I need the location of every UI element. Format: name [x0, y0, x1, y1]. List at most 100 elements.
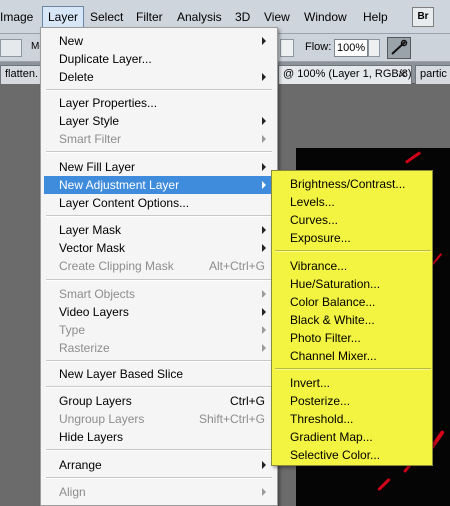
submenu-item-levels[interactable]: Levels...: [275, 193, 429, 211]
menu-item-delete[interactable]: Delete: [44, 68, 275, 86]
submenu-separator: [275, 368, 431, 370]
submenu-arrow-icon: [262, 344, 266, 352]
menu-item-label: New Fill Layer: [59, 160, 136, 174]
menu-item-label: Align: [59, 485, 86, 499]
submenu-item-photo-filter[interactable]: Photo Filter...: [275, 329, 429, 347]
submenu-arrow-icon: [262, 244, 266, 252]
menu-item-create-clipping-mask: Create Clipping Mask Alt+Ctrl+G: [44, 257, 275, 275]
submenu-item-vibrance[interactable]: Vibrance...: [275, 257, 429, 275]
menu-analysis[interactable]: Analysis: [177, 9, 222, 26]
menu-view[interactable]: View: [264, 9, 290, 26]
close-icon[interactable]: ✕: [398, 68, 407, 81]
menu-item-layer-mask[interactable]: Layer Mask: [44, 221, 275, 239]
submenu-arrow-icon: [262, 308, 266, 316]
menu-item-label: New: [59, 34, 84, 48]
menu-item-group-layers[interactable]: Group Layers Ctrl+G: [44, 392, 275, 410]
menu-item-arrange[interactable]: Arrange: [44, 456, 275, 474]
menu-item-smart-objects: Smart Objects: [44, 285, 275, 303]
airbrush-icon[interactable]: [387, 37, 411, 59]
shortcut-label: Shift+Ctrl+G: [198, 412, 265, 426]
submenu-arrow-icon: [262, 226, 266, 234]
menu-image[interactable]: Image: [0, 9, 33, 26]
menu-item-layer-content-options[interactable]: Layer Content Options...: [44, 194, 275, 212]
menu-item-smart-filter: Smart Filter: [44, 130, 275, 148]
submenu-arrow-icon: [262, 326, 266, 334]
flow-label: Flow:: [305, 41, 332, 53]
submenu-separator: [275, 250, 431, 252]
menu-item-label: Rasterize: [59, 341, 110, 355]
flow-stepper-icon[interactable]: [368, 39, 380, 57]
menu-layer[interactable]: Layer: [42, 6, 85, 28]
submenu-item-curves[interactable]: Curves...: [275, 211, 429, 229]
red-streak: [404, 151, 422, 164]
menu-item-label: Group Layers: [59, 394, 132, 408]
menu-separator: [46, 360, 272, 362]
red-streak: [431, 252, 443, 266]
menu-select[interactable]: Select: [90, 9, 123, 26]
submenu-item-channel-mixer[interactable]: Channel Mixer...: [275, 347, 429, 365]
menu-item-video-layers[interactable]: Video Layers: [44, 303, 275, 321]
menu-item-label: Layer Mask: [59, 223, 122, 237]
menu-item-duplicate-layer[interactable]: Duplicate Layer...: [44, 50, 275, 68]
menu-item-label: Layer Properties...: [59, 96, 158, 110]
shortcut-label: Ctrl+G: [229, 394, 265, 408]
submenu-item-invert[interactable]: Invert...: [275, 374, 429, 392]
menu-item-label: New Layer Based Slice: [59, 367, 184, 381]
menu-item-rasterize: Rasterize: [44, 339, 275, 357]
submenu-item-brightness-contrast[interactable]: Brightness/Contrast...: [275, 175, 429, 193]
menu-item-label: Ungroup Layers: [59, 412, 145, 426]
tab-current-label: @ 100% (Layer 1, RGB/8): [283, 68, 412, 80]
bridge-button[interactable]: Br: [412, 7, 434, 27]
adjustment-layer-submenu: Brightness/Contrast... Levels... Curves.…: [271, 170, 433, 466]
menu-item-new-adjustment-layer[interactable]: New Adjustment Layer: [44, 176, 275, 194]
submenu-arrow-icon: [262, 163, 266, 171]
shortcut-label: Alt+Ctrl+G: [208, 259, 265, 273]
menu-item-new-fill-layer[interactable]: New Fill Layer: [44, 158, 275, 176]
menu-item-label: Video Layers: [59, 305, 129, 319]
submenu-arrow-icon: [262, 37, 266, 45]
menu-help[interactable]: Help: [363, 9, 388, 26]
menu-item-layer-style[interactable]: Layer Style: [44, 112, 275, 130]
menu-separator: [46, 477, 272, 479]
menu-item-layer-properties[interactable]: Layer Properties...: [44, 94, 275, 112]
menu-item-new-layer-based-slice[interactable]: New Layer Based Slice: [44, 365, 275, 383]
submenu-arrow-icon: [262, 181, 266, 189]
submenu-item-black-white[interactable]: Black & White...: [275, 311, 429, 329]
submenu-item-gradient-map[interactable]: Gradient Map...: [275, 428, 429, 446]
menu-item-new[interactable]: New: [44, 32, 275, 50]
tool-preset-picker[interactable]: [0, 39, 22, 57]
menu-filter[interactable]: Filter: [136, 9, 163, 26]
menu-item-label: Type: [59, 323, 86, 337]
submenu-arrow-icon: [262, 73, 266, 81]
submenu-arrow-icon: [262, 290, 266, 298]
menu-item-hide-layers[interactable]: Hide Layers: [44, 428, 275, 446]
menu-separator: [46, 89, 272, 91]
menu-item-label: Duplicate Layer...: [59, 52, 152, 66]
submenu-item-color-balance[interactable]: Color Balance...: [275, 293, 429, 311]
menu-item-label: Create Clipping Mask: [59, 259, 174, 273]
menu-item-vector-mask[interactable]: Vector Mask: [44, 239, 275, 257]
menu-item-align: Align: [44, 483, 275, 501]
menu-3d[interactable]: 3D: [235, 9, 250, 26]
submenu-item-exposure[interactable]: Exposure...: [275, 229, 429, 247]
menu-window[interactable]: Window: [304, 9, 347, 26]
tab-particles[interactable]: partic: [415, 65, 450, 84]
menu-item-label: Vector Mask: [59, 241, 126, 255]
menu-item-label: Layer Content Options...: [59, 196, 190, 210]
opacity-stepper-icon[interactable]: [280, 39, 294, 57]
menu-separator: [46, 151, 272, 153]
menu-separator: [46, 449, 272, 451]
tab-flatten[interactable]: flatten.: [0, 65, 42, 84]
submenu-arrow-icon: [262, 488, 266, 496]
submenu-item-threshold[interactable]: Threshold...: [275, 410, 429, 428]
submenu-item-selective-color[interactable]: Selective Color...: [275, 446, 429, 464]
menu-item-label: Delete: [59, 70, 94, 84]
flow-input[interactable]: 100%: [334, 39, 368, 57]
red-streak: [377, 477, 391, 492]
menu-item-label: Smart Objects: [59, 287, 136, 301]
submenu-item-hue-saturation[interactable]: Hue/Saturation...: [275, 275, 429, 293]
submenu-item-posterize[interactable]: Posterize...: [275, 392, 429, 410]
submenu-arrow-icon: [262, 135, 266, 143]
tab-current-document[interactable]: @ 100% (Layer 1, RGB/8): [278, 65, 412, 84]
submenu-arrow-icon: [262, 461, 266, 469]
